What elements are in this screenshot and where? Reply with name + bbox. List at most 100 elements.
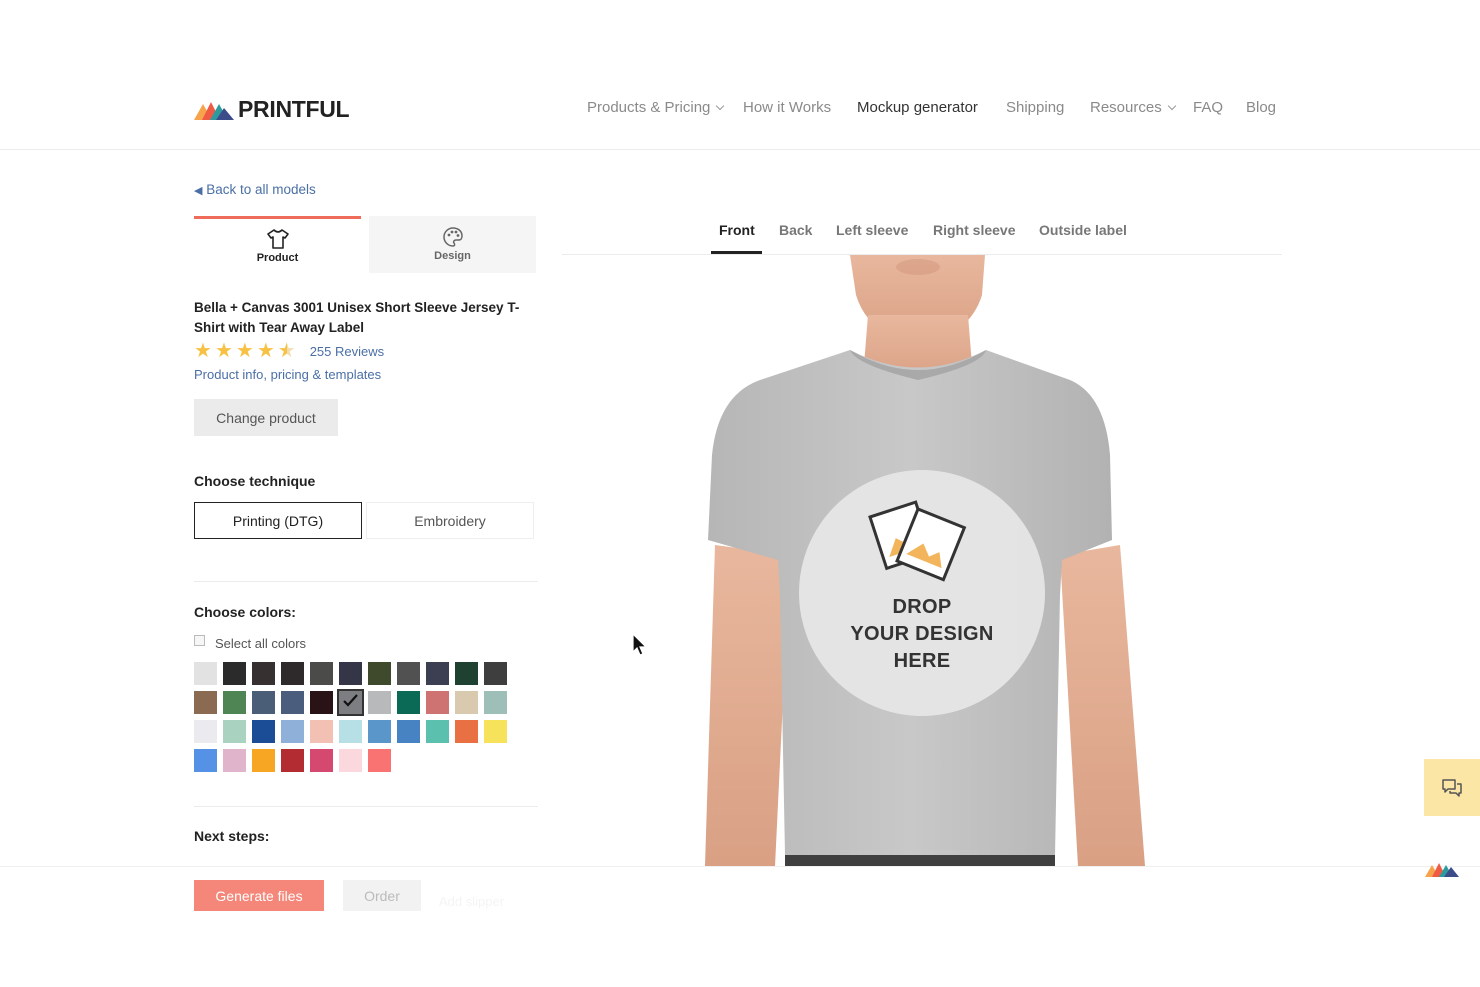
select-all-label: Select all colors <box>215 636 307 651</box>
logo-mountains-icon <box>194 101 234 120</box>
nav-label: Shipping <box>1006 99 1065 116</box>
color-swatch[interactable] <box>281 720 304 743</box>
add-more-link[interactable]: Add slipper <box>439 894 504 909</box>
color-swatch[interactable] <box>252 749 275 772</box>
star-rating: ★ ★ ★ ★ ★ 255 Reviews <box>194 341 384 361</box>
color-swatch[interactable] <box>310 691 333 714</box>
color-swatch[interactable] <box>368 662 391 685</box>
color-swatch[interactable] <box>339 662 362 685</box>
color-swatch[interactable] <box>194 691 217 714</box>
tab-right-sleeve[interactable]: Right sleeve <box>933 222 1015 238</box>
generate-files-button[interactable]: Generate files <box>194 880 324 911</box>
color-swatch[interactable] <box>339 749 362 772</box>
tab-product[interactable]: Product <box>194 216 361 273</box>
color-swatch[interactable] <box>194 662 217 685</box>
tab-outside-label[interactable]: Outside label <box>1039 222 1127 238</box>
nav-products-pricing[interactable]: Products & Pricing <box>587 99 725 116</box>
page: PRINTFUL Products & Pricing How it Works… <box>0 0 1480 987</box>
color-swatch[interactable] <box>426 720 449 743</box>
color-swatch[interactable] <box>337 689 364 716</box>
order-button[interactable]: Order <box>343 880 421 911</box>
nav-faq[interactable]: FAQ <box>1193 99 1223 116</box>
tab-label: Design <box>434 250 471 262</box>
color-swatch[interactable] <box>368 749 391 772</box>
star-icon: ★ <box>256 340 275 362</box>
nav-label: Mockup generator <box>857 99 978 116</box>
color-swatch[interactable] <box>281 662 304 685</box>
color-swatch[interactable] <box>397 691 420 714</box>
color-swatch[interactable] <box>484 691 507 714</box>
color-swatch[interactable] <box>397 720 420 743</box>
color-swatch[interactable] <box>252 691 275 714</box>
color-swatch[interactable] <box>484 662 507 685</box>
technique-printing-button[interactable]: Printing (DTG) <box>194 502 362 539</box>
site-header: PRINTFUL Products & Pricing How it Works… <box>0 0 1480 150</box>
color-swatch[interactable] <box>426 662 449 685</box>
color-swatch[interactable] <box>223 720 246 743</box>
color-swatch[interactable] <box>368 691 391 714</box>
checkmark-icon <box>343 694 358 707</box>
color-swatch[interactable] <box>455 691 478 714</box>
color-swatch[interactable] <box>455 720 478 743</box>
color-swatch[interactable] <box>397 662 420 685</box>
color-swatch[interactable] <box>194 749 217 772</box>
arrow-left-icon: ◀ <box>194 185 203 197</box>
active-tab-indicator <box>711 251 762 254</box>
model-shirt-image <box>705 255 1145 866</box>
nav-label: Resources <box>1090 99 1162 116</box>
chat-button[interactable] <box>1424 759 1480 816</box>
color-swatch[interactable] <box>194 720 217 743</box>
tab-design[interactable]: Design <box>369 216 536 273</box>
nav-mockup-generator[interactable]: Mockup generator <box>857 99 978 116</box>
technique-embroidery-button[interactable]: Embroidery <box>366 502 534 539</box>
select-all-colors[interactable]: Select all colors <box>194 635 307 651</box>
logo-text: PRINTFUL <box>238 96 350 122</box>
color-swatch[interactable] <box>426 691 449 714</box>
tab-left-sleeve[interactable]: Left sleeve <box>836 222 908 238</box>
technique-heading: Choose technique <box>194 473 316 489</box>
color-swatch[interactable] <box>455 662 478 685</box>
color-swatch[interactable] <box>310 720 333 743</box>
color-swatch[interactable] <box>339 720 362 743</box>
color-swatch[interactable] <box>310 662 333 685</box>
divider <box>194 806 538 807</box>
color-swatch[interactable] <box>281 749 304 772</box>
color-swatch[interactable] <box>252 720 275 743</box>
drop-line-2: YOUR DESIGN <box>850 623 994 645</box>
color-swatch[interactable] <box>484 720 507 743</box>
color-swatch[interactable] <box>252 662 275 685</box>
printful-logo[interactable]: PRINTFUL <box>194 96 350 123</box>
change-product-button[interactable]: Change product <box>194 399 338 436</box>
view-tabs: Front Back Left sleeve Right sleeve Outs… <box>562 222 1282 255</box>
nav-shipping[interactable]: Shipping <box>1006 99 1064 116</box>
color-swatch[interactable] <box>368 720 391 743</box>
chevron-down-icon <box>716 101 725 111</box>
nav-how-it-works[interactable]: How it Works <box>743 99 831 116</box>
mockup-preview <box>600 255 1240 866</box>
color-swatch[interactable] <box>310 749 333 772</box>
color-swatch[interactable] <box>223 662 246 685</box>
nav-label: FAQ <box>1193 99 1224 116</box>
tshirt-icon <box>266 228 289 249</box>
nav-resources[interactable]: Resources <box>1090 99 1176 116</box>
select-all-checkbox[interactable] <box>194 635 205 646</box>
tab-back[interactable]: Back <box>779 222 812 238</box>
reviews-link[interactable]: 255 Reviews <box>310 344 384 359</box>
product-info-link[interactable]: Product info, pricing & templates <box>194 367 381 382</box>
drop-design-here-text[interactable]: DROP YOUR DESIGN HERE <box>822 594 1022 675</box>
divider <box>194 581 538 582</box>
tab-front[interactable]: Front <box>719 222 755 238</box>
back-to-models-link[interactable]: ◀ Back to all models <box>194 182 316 197</box>
palette-icon <box>442 227 463 247</box>
color-swatch[interactable] <box>223 691 246 714</box>
technique-options: Printing (DTG) Embroidery <box>194 502 534 539</box>
chat-icon <box>1442 778 1462 797</box>
color-swatch[interactable] <box>281 691 304 714</box>
star-icon: ★ <box>194 340 212 362</box>
back-link-label: Back to all models <box>206 182 316 197</box>
star-icon: ★ <box>214 340 233 362</box>
nav-label: Blog <box>1246 99 1277 116</box>
printful-mini-logo-icon <box>1425 863 1459 877</box>
nav-blog[interactable]: Blog <box>1246 99 1276 116</box>
color-swatch[interactable] <box>223 749 246 772</box>
